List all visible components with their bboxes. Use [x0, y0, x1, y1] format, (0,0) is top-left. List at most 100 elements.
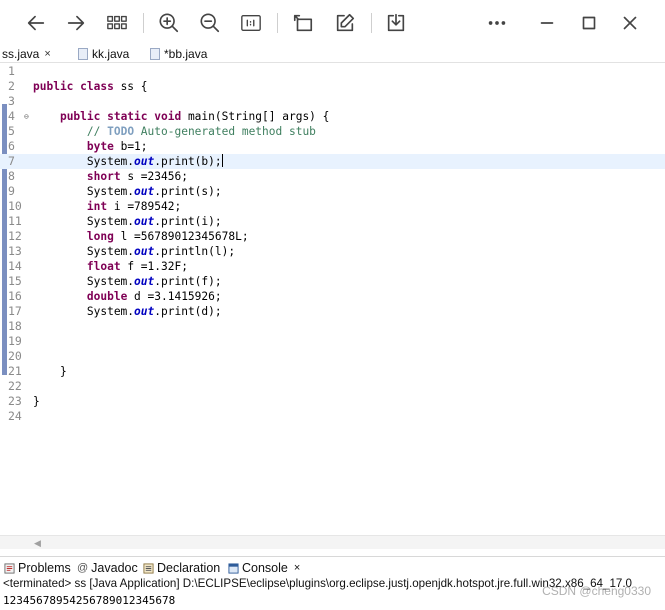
- horizontal-scrollbar[interactable]: ◀: [0, 535, 665, 549]
- code-line[interactable]: 6 byte b=1;: [0, 139, 665, 154]
- code-text: System.out.print(b);: [33, 154, 223, 169]
- scroll-left-icon[interactable]: ◀: [34, 538, 41, 549]
- code-line[interactable]: 11 System.out.print(i);: [0, 214, 665, 229]
- tab-close-icon[interactable]: ×: [44, 47, 50, 61]
- tab-bb-java[interactable]: *bb.java: [150, 46, 207, 62]
- back-arrow-icon[interactable]: [22, 9, 50, 37]
- line-number: 22: [8, 379, 22, 393]
- java-file-icon: [150, 48, 160, 60]
- console-output: 12345678954256789012345678: [3, 594, 176, 607]
- code-text: }: [33, 394, 40, 409]
- line-number: 11: [8, 214, 22, 228]
- code-token: .print(i);: [154, 215, 222, 228]
- tab-declaration[interactable]: Declaration: [143, 559, 220, 577]
- code-text: int i =789542;: [33, 199, 181, 214]
- keyword-token: float: [86, 260, 121, 273]
- code-line[interactable]: 3: [0, 94, 665, 109]
- fold-collapse-icon[interactable]: ⊖: [24, 109, 29, 124]
- code-line[interactable]: 10 int i =789542;: [0, 199, 665, 214]
- console-icon: [228, 562, 239, 574]
- line-number: 14: [8, 259, 22, 273]
- code-line[interactable]: 22: [0, 379, 665, 394]
- code-text: public static void main(String[] args) {: [33, 109, 329, 124]
- code-line[interactable]: 23}: [0, 394, 665, 409]
- console-close-icon[interactable]: ×: [294, 562, 300, 574]
- rotate-icon[interactable]: [289, 9, 317, 37]
- code-token: i =789542;: [107, 200, 182, 213]
- comment-token: Auto-generated method stub: [134, 125, 316, 138]
- code-line[interactable]: 21 }: [0, 364, 665, 379]
- tab-problems[interactable]: Problems: [4, 559, 71, 577]
- code-text: long l =56789012345678L;: [33, 229, 249, 244]
- code-line[interactable]: 12 long l =56789012345678L;: [0, 229, 665, 244]
- code-line[interactable]: 9 System.out.print(s);: [0, 184, 665, 199]
- more-options-icon[interactable]: [483, 9, 511, 37]
- code-line[interactable]: 7 System.out.print(b);: [0, 154, 665, 169]
- watermark-text: CSDN @cheng0330: [542, 584, 651, 598]
- code-text: short s =23456;: [33, 169, 188, 184]
- code-text: System.out.print(d);: [33, 304, 222, 319]
- field-token: out: [134, 275, 155, 288]
- code-line[interactable]: 17 System.out.print(d);: [0, 304, 665, 319]
- code-token: main(String[] args) {: [181, 110, 330, 123]
- view-tab-bar: Problems @ Javadoc Declaration Console ×: [0, 556, 665, 577]
- tab-console[interactable]: Console ×: [228, 559, 300, 577]
- code-token: System.: [33, 275, 135, 288]
- code-token: ss {: [113, 80, 148, 93]
- line-number: 17: [8, 304, 22, 318]
- code-line[interactable]: 8 short s =23456;: [0, 169, 665, 184]
- toolbar-divider: [143, 13, 144, 33]
- tab-label: Problems: [18, 561, 71, 575]
- code-line[interactable]: 2 public class ss {: [0, 79, 665, 94]
- code-text: public class ss {: [33, 79, 148, 94]
- forward-arrow-icon[interactable]: [62, 9, 90, 37]
- toolbar-divider: [371, 13, 372, 33]
- code-line[interactable]: 15 System.out.print(f);: [0, 274, 665, 289]
- actual-size-icon[interactable]: [237, 9, 265, 37]
- keyword-token: byte: [86, 140, 114, 153]
- code-editor[interactable]: 1 2 public class ss {3 4 ⊖ public static voi…: [0, 63, 665, 535]
- java-file-icon: [78, 48, 88, 60]
- code-line[interactable]: 20: [0, 349, 665, 364]
- problems-icon: [4, 562, 15, 574]
- code-line[interactable]: 13 System.out.println(l);: [0, 244, 665, 259]
- text-cursor: [221, 154, 223, 167]
- code-token: .print(b);: [154, 155, 222, 168]
- line-number: 20: [8, 349, 22, 363]
- keyword-token: int: [86, 200, 108, 213]
- line-number: 21: [8, 364, 22, 378]
- grid-view-icon[interactable]: [103, 9, 131, 37]
- tab-ss-java[interactable]: ss.java ×: [2, 46, 51, 62]
- line-number: 13: [8, 244, 22, 258]
- code-line[interactable]: 4 ⊖ public static void main(String[] args…: [0, 109, 665, 124]
- code-text: System.out.print(f);: [33, 274, 222, 289]
- image-viewer-toolbar: [0, 0, 665, 46]
- line-number: 1: [8, 64, 15, 78]
- edit-icon[interactable]: [331, 9, 359, 37]
- keyword-token: public class: [33, 80, 114, 93]
- code-token: s =23456;: [120, 170, 188, 183]
- close-icon[interactable]: [616, 9, 644, 37]
- code-text: byte b=1;: [33, 139, 148, 154]
- zoom-out-icon[interactable]: [196, 9, 224, 37]
- code-line[interactable]: 19: [0, 334, 665, 349]
- tab-label: kk.java: [92, 47, 130, 61]
- tab-kk-java[interactable]: kk.java: [78, 46, 129, 62]
- code-token: b=1;: [113, 140, 148, 153]
- tab-javadoc[interactable]: @ Javadoc: [77, 559, 138, 577]
- save-download-icon[interactable]: [382, 9, 410, 37]
- code-line[interactable]: 5 // TODO Auto-generated method stub: [0, 124, 665, 139]
- zoom-in-icon[interactable]: [155, 9, 183, 37]
- line-number: 6: [8, 139, 15, 153]
- code-token: }: [33, 395, 40, 408]
- maximize-icon[interactable]: [575, 9, 603, 37]
- code-line[interactable]: 16 double d =3.1415926;: [0, 289, 665, 304]
- code-line[interactable]: 18: [0, 319, 665, 334]
- code-line[interactable]: 14 float f =1.32F;: [0, 259, 665, 274]
- code-line[interactable]: 1: [0, 64, 665, 79]
- code-line[interactable]: 24: [0, 409, 665, 424]
- minimize-icon[interactable]: [533, 9, 561, 37]
